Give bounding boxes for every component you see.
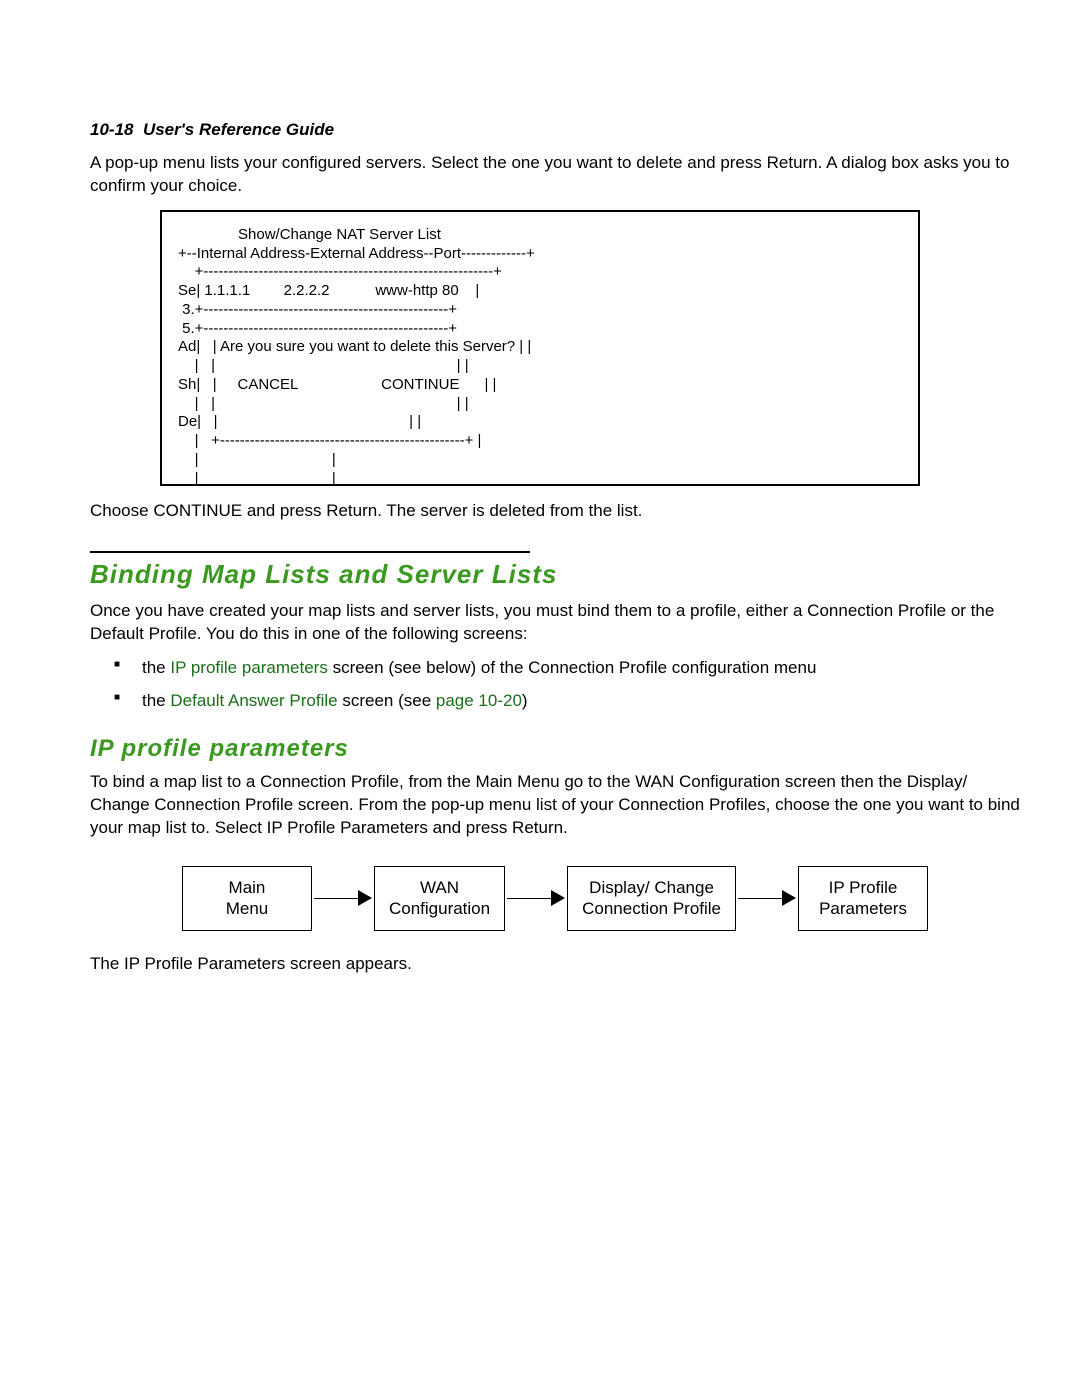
- page-header: 10-18 User's Reference Guide: [90, 120, 1020, 140]
- bullet-text: screen (see below) of the Connection Pro…: [328, 658, 817, 677]
- flow-label: WAN Configuration: [389, 878, 490, 918]
- bullet-list: the IP profile parameters screen (see be…: [114, 656, 1020, 714]
- link-default-answer-profile[interactable]: Default Answer Profile: [170, 691, 337, 710]
- terminal-line: | | | |: [178, 395, 469, 412]
- bullet-item: the Default Answer Profile screen (see p…: [114, 689, 1020, 713]
- terminal-line: Sh| | CANCEL CONTINUE | |: [178, 376, 496, 393]
- guide-title: User's Reference Guide: [143, 120, 334, 139]
- terminal-line: Se| 1.1.1.1 2.2.2.2 www-http 80 |: [178, 282, 479, 299]
- terminal-line: De| | | |: [178, 413, 421, 430]
- section-heading-ip-profile: IP profile parameters: [90, 735, 1020, 763]
- intro-paragraph: A pop-up menu lists your configured serv…: [90, 152, 1020, 198]
- terminal-line: +--Internal Address-External Address--Po…: [178, 245, 535, 262]
- terminal-line: | +-------------------------------------…: [178, 432, 481, 449]
- link-page-ref[interactable]: page 10-20: [436, 691, 522, 710]
- terminal-line: | |: [178, 451, 336, 468]
- flow-label: Display/ Change Connection Profile: [582, 878, 721, 918]
- section-divider: [90, 551, 530, 553]
- terminal-line: | |: [178, 470, 336, 486]
- terminal-line: Ad| | Are you sure you want to delete th…: [178, 338, 531, 355]
- bullet-text: ): [522, 691, 528, 710]
- link-ip-profile-params[interactable]: IP profile parameters: [170, 658, 327, 677]
- terminal-screenshot: Show/Change NAT Server List+--Internal A…: [160, 210, 920, 486]
- terminal-line: 5.+-------------------------------------…: [178, 320, 457, 337]
- arrow-icon: [314, 890, 372, 906]
- closing-paragraph: The IP Profile Parameters screen appears…: [90, 953, 1020, 976]
- flow-label: IP Profile Parameters: [819, 878, 907, 918]
- page: 10-18 User's Reference Guide A pop-up me…: [0, 0, 1080, 1046]
- section-heading-binding: Binding Map Lists and Server Lists: [90, 559, 1020, 590]
- page-number: 10-18: [90, 120, 133, 139]
- section2-para: To bind a map list to a Connection Profi…: [90, 771, 1020, 840]
- after-terminal-paragraph: Choose CONTINUE and press Return. The se…: [90, 500, 1020, 523]
- terminal-line: | | | |: [178, 357, 469, 374]
- terminal-line: +---------------------------------------…: [178, 263, 502, 280]
- flow-box-ip-profile-params: IP Profile Parameters: [798, 866, 928, 931]
- terminal-title: Show/Change NAT Server List: [178, 226, 902, 245]
- section1-para: Once you have created your map lists and…: [90, 600, 1020, 646]
- flow-box-main-menu: Main Menu: [182, 866, 312, 931]
- flow-label: Main Menu: [226, 878, 269, 918]
- terminal-box: Show/Change NAT Server List+--Internal A…: [160, 210, 920, 486]
- bullet-text: the: [142, 658, 170, 677]
- arrow-icon: [738, 890, 796, 906]
- bullet-text: the: [142, 691, 170, 710]
- terminal-line: 3.+-------------------------------------…: [178, 301, 457, 318]
- navigation-flow-diagram: Main Menu WAN Configuration Display/ Cha…: [90, 866, 1020, 931]
- flow-box-display-change: Display/ Change Connection Profile: [567, 866, 736, 931]
- bullet-item: the IP profile parameters screen (see be…: [114, 656, 1020, 680]
- bullet-text: screen (see: [338, 691, 436, 710]
- flow-box-wan-config: WAN Configuration: [374, 866, 505, 931]
- arrow-icon: [507, 890, 565, 906]
